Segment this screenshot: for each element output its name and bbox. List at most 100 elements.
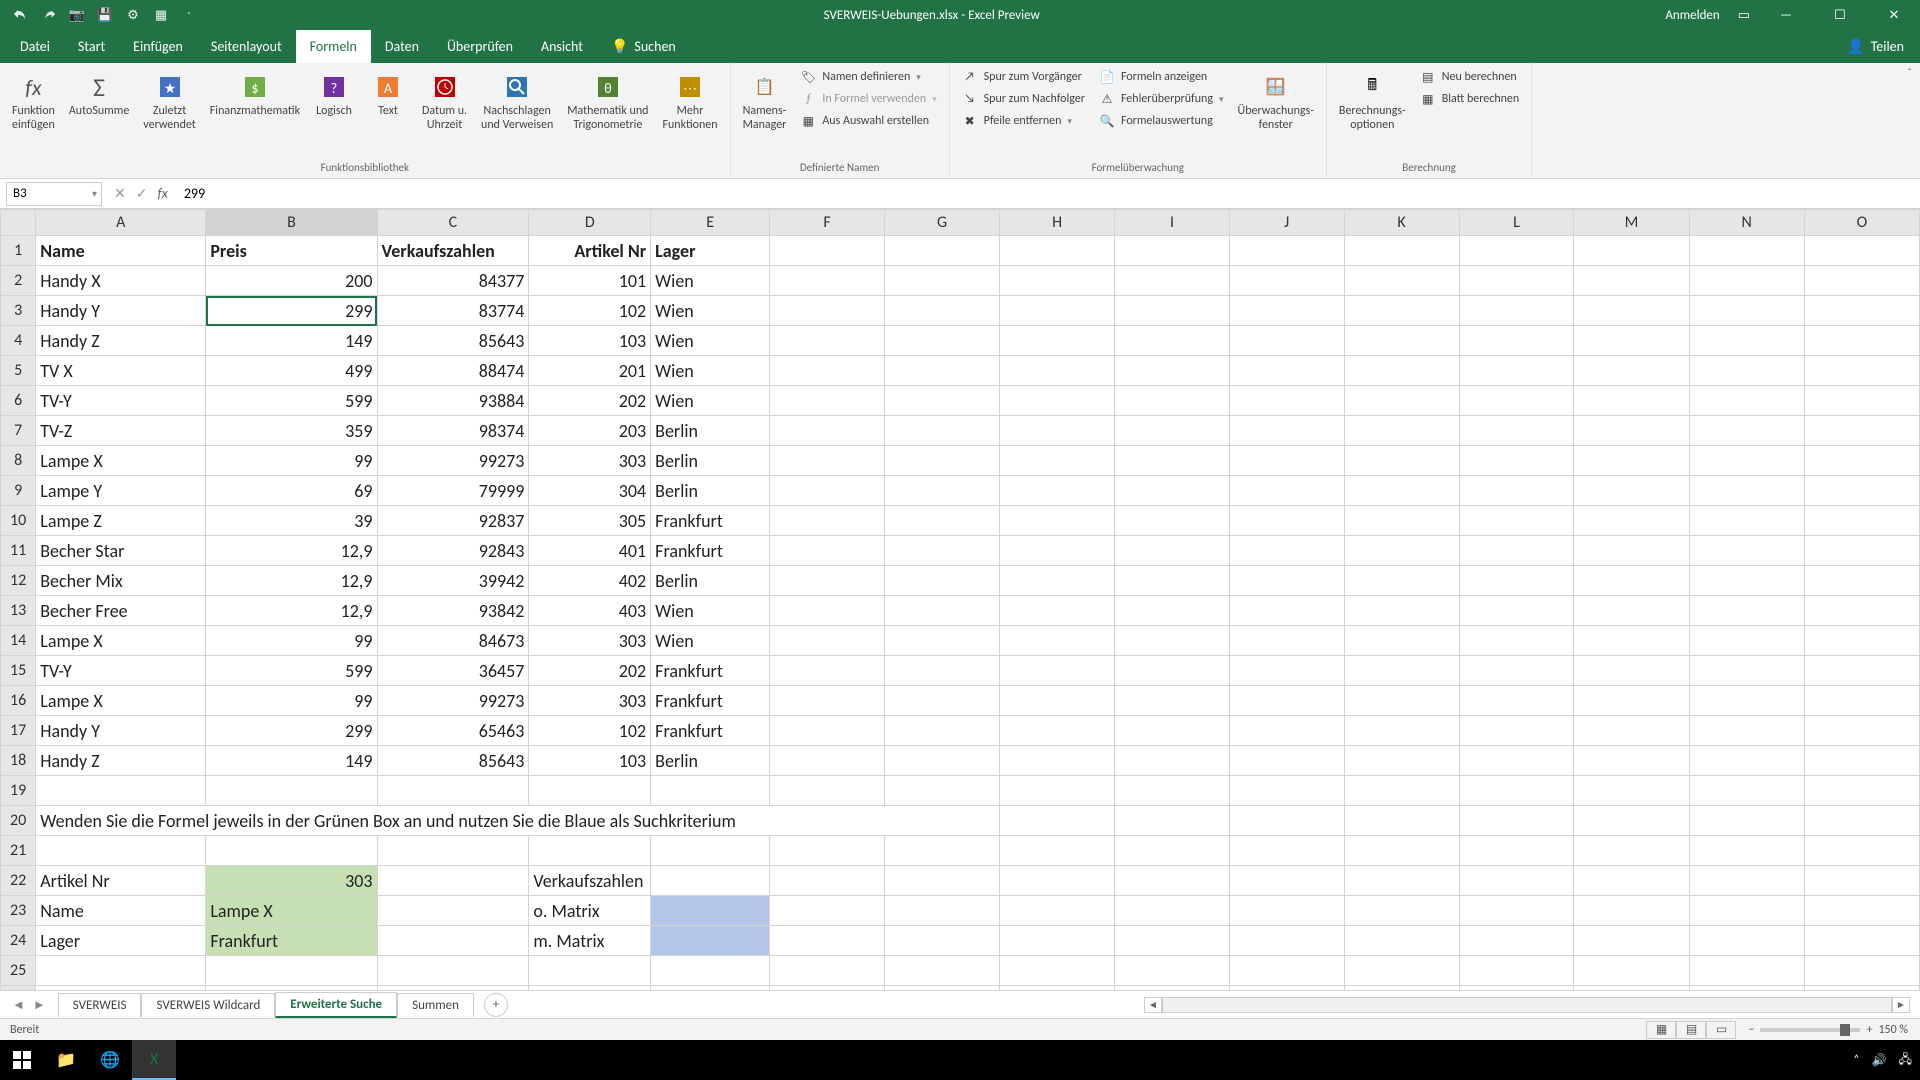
cell[interactable] [1459,446,1574,476]
cell[interactable]: o. Matrix [529,896,651,926]
cell[interactable] [206,776,377,806]
cell[interactable] [651,896,770,926]
cell[interactable] [1689,506,1804,536]
cell[interactable] [1000,356,1115,386]
cell[interactable] [1229,326,1344,356]
cell[interactable]: 79999 [377,476,529,506]
cell[interactable]: 202 [529,386,651,416]
cell[interactable] [1000,476,1115,506]
cell[interactable] [1000,716,1115,746]
cell[interactable] [770,746,885,776]
cell[interactable] [1229,716,1344,746]
cell[interactable] [885,236,1000,266]
cell[interactable] [1115,566,1230,596]
cell[interactable]: 200 [206,266,377,296]
cell[interactable] [1115,896,1230,926]
sheet-tab-sverweis[interactable]: SVERWEIS [58,993,142,1017]
cell[interactable] [1000,986,1115,991]
cell[interactable] [1115,986,1230,991]
cell[interactable] [1804,836,1919,866]
cell[interactable] [377,866,529,896]
cell[interactable]: Wien [651,386,770,416]
cell[interactable] [1804,566,1919,596]
cell[interactable] [1344,986,1459,991]
cell[interactable] [1459,836,1574,866]
cell[interactable] [1574,806,1689,836]
cell[interactable] [1344,386,1459,416]
cell[interactable] [1689,566,1804,596]
cell[interactable]: Frankfurt [206,926,377,956]
cell[interactable] [1804,446,1919,476]
cell[interactable]: 92843 [377,536,529,566]
cell[interactable] [1459,506,1574,536]
cell[interactable] [1115,416,1230,446]
zoom-out-button[interactable]: − [1748,1023,1754,1037]
cell[interactable] [1000,236,1115,266]
cell[interactable]: 102 [529,716,651,746]
cell[interactable] [1000,926,1115,956]
cell[interactable] [1115,356,1230,386]
collapse-ribbon-icon[interactable]: ˆ [1907,67,1912,81]
cell[interactable] [1804,956,1919,986]
cell[interactable] [1459,236,1574,266]
cell[interactable] [770,536,885,566]
cell[interactable] [1115,266,1230,296]
cell[interactable] [1804,266,1919,296]
cell[interactable]: Handy Z [36,326,206,356]
cell[interactable] [1574,866,1689,896]
cell[interactable]: TV-Y [36,386,206,416]
add-sheet-button[interactable]: + [484,993,508,1017]
cell[interactable] [651,986,770,991]
cell[interactable] [377,986,529,991]
cell[interactable] [885,476,1000,506]
col-header-F[interactable]: F [770,210,885,236]
cell[interactable] [651,836,770,866]
name-box[interactable]: B3▾ [6,182,102,206]
cell[interactable] [1000,416,1115,446]
name-manager-button[interactable]: 📋Namens- Manager [739,67,791,137]
cell[interactable] [1459,926,1574,956]
cell[interactable]: 304 [529,476,651,506]
cell[interactable]: TV X [36,356,206,386]
cell[interactable] [770,656,885,686]
camera-icon[interactable]: 📷 [68,6,86,24]
col-header-H[interactable]: H [1000,210,1115,236]
cell[interactable]: 99 [206,686,377,716]
cell[interactable]: 39942 [377,566,529,596]
cell[interactable] [1574,656,1689,686]
cell[interactable] [1574,686,1689,716]
sheet-tab-erweiterte[interactable]: Erweiterte Suche [275,992,397,1018]
cell[interactable] [1574,926,1689,956]
cell[interactable] [1344,536,1459,566]
cell[interactable]: 401 [529,536,651,566]
cell[interactable] [1115,866,1230,896]
cell[interactable] [36,956,206,986]
cell[interactable] [770,386,885,416]
cell[interactable] [1229,506,1344,536]
cell[interactable] [770,626,885,656]
cell[interactable] [1689,806,1804,836]
cell[interactable]: TV-Z [36,416,206,446]
cell[interactable] [1459,806,1574,836]
cell[interactable] [1115,626,1230,656]
cell[interactable] [1115,446,1230,476]
tray-network-icon[interactable]: 🖧 [1899,1050,1912,1071]
cell[interactable] [1574,236,1689,266]
cell[interactable]: 93842 [377,596,529,626]
cell[interactable]: Wien [651,266,770,296]
cell[interactable] [1229,836,1344,866]
cell[interactable]: 88474 [377,356,529,386]
display-mode-icon[interactable]: ▭ [1738,8,1750,23]
cell[interactable] [529,956,651,986]
insert-function-button[interactable]: fxFunktion einfügen [8,67,59,137]
cell[interactable]: 402 [529,566,651,596]
row-header[interactable]: 15 [1,656,36,686]
cell[interactable]: 85643 [377,746,529,776]
cell[interactable] [1000,266,1115,296]
cell[interactable] [885,956,1000,986]
cell[interactable] [885,926,1000,956]
zoom-in-button[interactable]: + [1866,1023,1872,1037]
cell[interactable] [885,296,1000,326]
sheet-nav-prev-icon[interactable]: ◄ [12,997,25,1013]
row-header[interactable]: 20 [1,806,36,836]
